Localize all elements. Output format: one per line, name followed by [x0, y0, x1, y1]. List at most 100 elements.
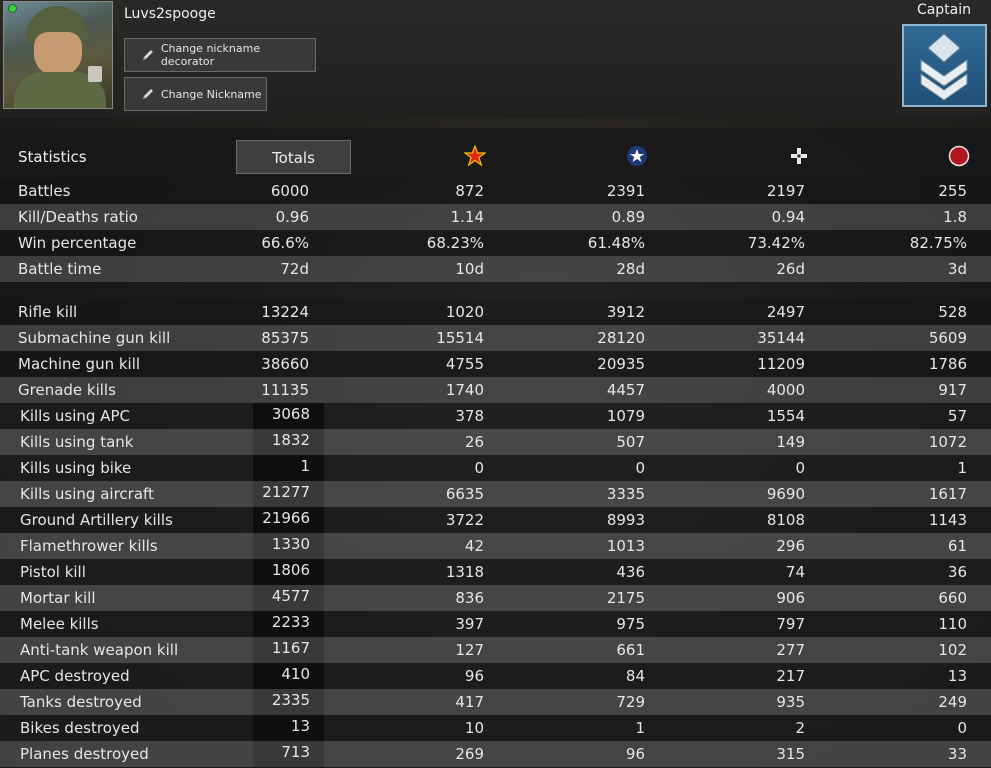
faction-value: 0.94	[771, 208, 805, 226]
row-label: Machine gun kill	[18, 355, 141, 373]
table-row: Battle time 72d 10d 28d 26d 3d	[0, 256, 991, 282]
totals-value: 6000	[270, 182, 309, 200]
faction-value: 935	[776, 693, 805, 711]
row-label: Battle time	[18, 260, 102, 278]
faction-value: 836	[455, 589, 484, 607]
table-row: Bikes destroyed 13 10 1 2 0	[0, 715, 991, 741]
faction-value: 4000	[766, 381, 805, 399]
faction-value: 1.8	[943, 208, 967, 226]
table-row: Melee kills 2233 397 975 797 110	[0, 611, 991, 637]
faction-value: 26	[464, 433, 484, 451]
faction-value: 3335	[606, 485, 645, 503]
table-row: Kills using APC 3068 378 1079 1554 57	[0, 403, 991, 429]
totals-value: 713	[281, 743, 310, 761]
faction-value: 61.48%	[587, 234, 645, 252]
faction-value: 28120	[597, 329, 645, 347]
faction-value: 729	[616, 693, 645, 711]
totals-value: 2335	[271, 691, 310, 709]
row-label: Kills using aircraft	[20, 485, 154, 503]
allied-star-icon[interactable]	[626, 145, 648, 167]
row-label: Anti-tank weapon kill	[20, 641, 179, 659]
row-label: Flamethrower kills	[20, 537, 158, 555]
totals-value: 1806	[271, 561, 310, 579]
table-row: Rifle kill 13224 1020 3912 2497 528	[0, 299, 991, 325]
row-label: Grenade kills	[18, 381, 116, 399]
player-avatar[interactable]	[3, 1, 113, 109]
totals-value: 13224	[261, 303, 309, 321]
row-label: Kill/Deaths ratio	[18, 208, 138, 226]
faction-value: 11209	[757, 355, 805, 373]
faction-value: 5609	[928, 329, 967, 347]
faction-value: 315	[776, 745, 805, 763]
faction-value: 217	[776, 667, 805, 685]
faction-value: 6635	[445, 485, 484, 503]
faction-value: 68.23%	[426, 234, 484, 252]
faction-value: 110	[938, 615, 967, 633]
faction-value: 2497	[766, 303, 805, 321]
faction-value: 36	[947, 563, 967, 581]
row-label: Submachine gun kill	[18, 329, 171, 347]
row-label: Melee kills	[20, 615, 99, 633]
table-row: Win percentage 66.6% 68.23% 61.48% 73.42…	[0, 230, 991, 256]
change-nickname-decorator-button[interactable]: Change nickname decorator	[124, 38, 316, 72]
profile-header: Luvs2spooge Change nickname decorator Ch…	[0, 0, 991, 118]
pencil-icon	[142, 50, 153, 60]
totals-value: 13	[290, 717, 310, 735]
faction-value: 436	[616, 563, 645, 581]
faction-value: 2175	[606, 589, 645, 607]
totals-value: 66.6%	[261, 234, 309, 252]
totals-value: 0.96	[275, 208, 309, 226]
statistics-label: Statistics	[18, 148, 87, 166]
faction-value: 28d	[616, 260, 645, 278]
totals-tab[interactable]: Totals	[236, 140, 351, 174]
faction-value: 660	[938, 589, 967, 607]
faction-value: 15514	[436, 329, 484, 347]
captain-chevrons-icon	[920, 33, 968, 101]
table-row: Kills using tank 1832 26 507 149 1072	[0, 429, 991, 455]
faction-value: 249	[938, 693, 967, 711]
faction-value: 661	[616, 641, 645, 659]
faction-value: 42	[464, 537, 484, 555]
faction-value: 74	[785, 563, 805, 581]
totals-value: 3068	[271, 405, 310, 423]
faction-value: 13	[947, 667, 967, 685]
faction-value: 917	[938, 381, 967, 399]
faction-value: 255	[938, 182, 967, 200]
axis-cross-icon[interactable]	[788, 145, 810, 167]
faction-value: 26d	[776, 260, 805, 278]
row-label: Kills using APC	[20, 407, 130, 425]
faction-value: 797	[776, 615, 805, 633]
row-label: APC destroyed	[20, 667, 130, 685]
faction-value: 2	[795, 719, 805, 737]
faction-value: 1617	[928, 485, 967, 503]
faction-value: 4457	[606, 381, 645, 399]
totals-value: 410	[281, 665, 310, 683]
faction-value: 397	[455, 615, 484, 633]
faction-value: 1554	[766, 407, 805, 425]
totals-value: 11135	[261, 381, 309, 399]
totals-value: 1167	[271, 639, 310, 657]
red-star-icon[interactable]	[464, 145, 486, 167]
table-row: Kill/Deaths ratio 0.96 1.14 0.89 0.94 1.…	[0, 204, 991, 230]
faction-value: 3912	[606, 303, 645, 321]
table-row: Submachine gun kill 85375 15514 28120 35…	[0, 325, 991, 351]
totals-column-cell	[253, 715, 324, 741]
cup-shape	[88, 66, 102, 82]
faction-value: 4755	[445, 355, 484, 373]
totals-value: 1330	[271, 535, 310, 553]
faction-value: 2391	[606, 182, 645, 200]
faction-value: 277	[776, 641, 805, 659]
faction-value: 8108	[766, 511, 805, 529]
faction-value: 1013	[606, 537, 645, 555]
table-row: Machine gun kill 38660 4755 20935 11209 …	[0, 351, 991, 377]
faction-value: 3722	[445, 511, 484, 529]
red-circle-icon[interactable]	[948, 145, 970, 167]
faction-value: 1740	[445, 381, 484, 399]
table-row: Kills using aircraft 21277 6635 3335 969…	[0, 481, 991, 507]
rank-badge-icon[interactable]	[902, 24, 987, 107]
statistics-table: Battles 6000 872 2391 2197 255 Kill/Deat…	[0, 178, 991, 767]
faction-value: 35144	[757, 329, 805, 347]
faction-value: 1	[635, 719, 645, 737]
change-nickname-button[interactable]: Change Nickname	[124, 77, 267, 111]
faction-value: 102	[938, 641, 967, 659]
